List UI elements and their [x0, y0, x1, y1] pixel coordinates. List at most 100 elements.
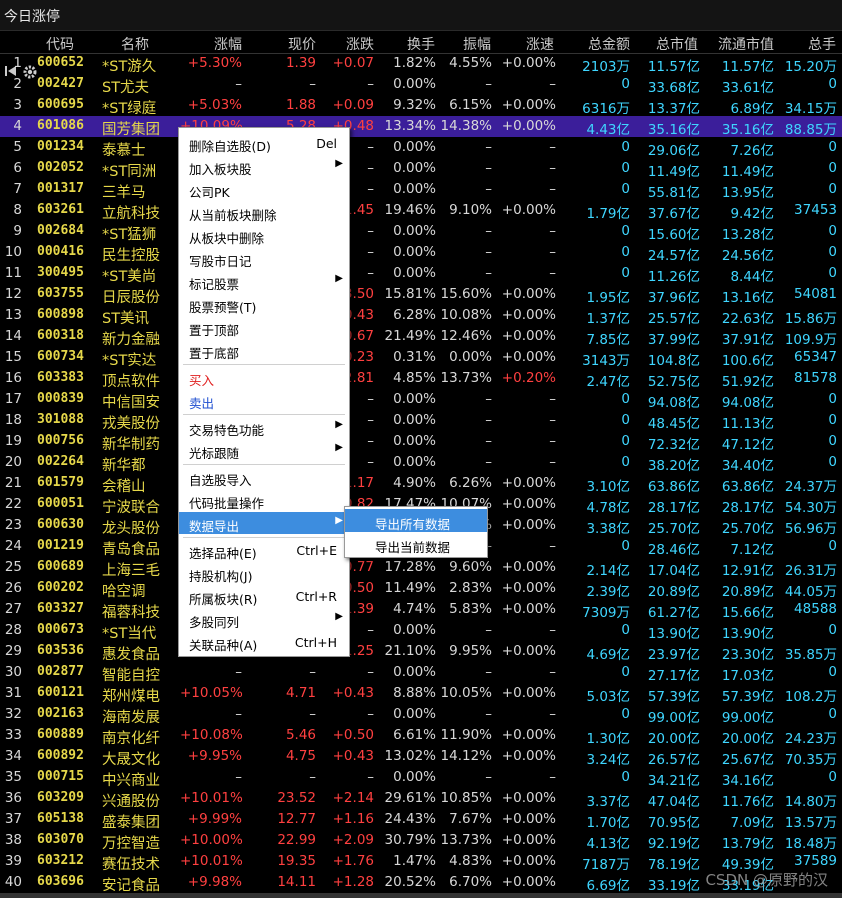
table-row[interactable]: 28 000673 *ST当代 –0.00% – –0 13.90亿 13.90亿 0 — [0, 620, 842, 642]
table-row[interactable]: 29 603536 惠发食品 +1.25 21.10% 9.95% +0.00% 4.69亿 2… — [0, 641, 842, 663]
table-row[interactable]: 6 002052 *ST同洲 –0.00% – –0 11.49亿 11.49亿 0 — [0, 158, 842, 180]
cell-fcap-value: 63.86 — [721, 479, 761, 495]
menu-item[interactable]: 股票预警(T) — [179, 293, 349, 315]
table-row[interactable]: 16 603383 顶点软件 +2.81 4.85% 13.73% +0.20% 2.47亿 5… — [0, 368, 842, 390]
cell-spd: +0.00% — [501, 118, 556, 134]
menu-item-label: 写股市日记 — [189, 254, 252, 269]
cell-amp: – — [485, 412, 492, 428]
table-row[interactable]: 31 600121 郑州煤电 +10.05% 4.71 +0.43 8.88% 10.05% +… — [0, 683, 842, 705]
table-row[interactable]: 3 600695 *ST绿庭 +5.03% 1.88 +0.09 9.32% 6.15% +0.… — [0, 95, 842, 117]
table-row[interactable]: 21 601579 会稽山 +1.17 4.90% 6.26% +0.00% 3.10亿 63.… — [0, 473, 842, 495]
cell-spd: – — [549, 622, 556, 638]
table-row[interactable]: 34 600892 大晟文化 +9.95% 4.75 +0.43 13.02% 14.12% +… — [0, 746, 842, 768]
table-row[interactable]: 38 603070 万控智造 +10.00% 22.99 +2.09 30.79% 13.73… — [0, 830, 842, 852]
cell-spd: +0.00% — [501, 286, 556, 302]
column-header-6[interactable]: 振幅 — [447, 34, 491, 54]
menu-item[interactable]: 选择品种(E) Ctrl+E — [179, 539, 349, 561]
menu-item[interactable]: 公司PK — [179, 178, 349, 200]
table-row[interactable]: 8 603261 立航科技 +1.45 19.46% 9.10% +0.00% 1.79亿 37… — [0, 200, 842, 222]
column-header-3[interactable]: 现价 — [262, 34, 316, 54]
table-row[interactable]: 26 600202 哈空调 +0.50 11.49% 2.83% +0.00% 2.39亿 20… — [0, 578, 842, 600]
table-row[interactable]: 9 002684 *ST猛狮 –0.00% – –0 15.60亿 13.28亿 0 — [0, 221, 842, 243]
cell-amt-value: 3.38 — [586, 521, 617, 537]
column-header-7[interactable]: 涨速 — [500, 34, 554, 54]
cell-chg: +0.07 — [332, 55, 374, 71]
menu-item[interactable]: 买入 — [179, 366, 349, 388]
cell-spd: – — [549, 412, 556, 428]
table-row[interactable]: 14 600318 新力金融 +0.67 21.49% 12.46% +0.00% 7.85亿… — [0, 326, 842, 348]
table-row[interactable]: 27 603327 福蓉科技 +1.39 4.74% 5.83% +0.00% 7309万 61… — [0, 599, 842, 621]
column-header-10[interactable]: 流通市值 — [700, 34, 774, 54]
table-row[interactable]: 35 000715 中兴商业 – – –0.00% – –0 34.21亿 34.16亿 0 — [0, 767, 842, 789]
cell-vol-value: 0 — [828, 664, 837, 680]
cell-amp: 2.83% — [449, 580, 492, 596]
menu-item-label: 交易特色功能 — [189, 423, 265, 438]
table-row[interactable]: 5 001234 泰慕士 –0.00% – –0 29.06亿 7.26亿 0 — [0, 137, 842, 159]
cell-code: 300495 — [37, 265, 84, 280]
menu-item[interactable]: 关联品种(A) Ctrl+H — [179, 631, 349, 653]
table-row[interactable]: 15 600734 *ST实达 +0.23 0.31% 0.00% +0.00% 3143万 1… — [0, 347, 842, 369]
table-row[interactable]: 4 601086 国芳集团 +10.09% 5.28 +0.48 13.34% 14.38% +… — [0, 116, 842, 138]
cell-vol-unit: 万 — [823, 815, 838, 831]
export-current-data-item[interactable]: 导出当前数据 — [345, 532, 487, 555]
column-header-11[interactable]: 总手 — [790, 34, 836, 54]
column-header: 代码 名称 涨幅 现价 涨跌 换手 振幅 涨速 总金额 总市值 流通市值 总手 — [0, 31, 842, 79]
column-header-0[interactable]: 代码 — [46, 34, 106, 54]
column-header-2[interactable]: 涨幅 — [190, 34, 242, 54]
table-row[interactable]: 12 603755 日辰股份 +3.50 15.81% 15.60% +0.00% 1.95亿… — [0, 284, 842, 306]
cell-amt-unit: 万 — [616, 605, 631, 621]
export-all-data-item[interactable]: 导出所有数据 — [345, 509, 487, 532]
table-row[interactable]: 20 002264 新华都 –0.00% – –0 38.20亿 34.40亿 0 — [0, 452, 842, 474]
table-row[interactable]: 33 600889 南京化纤 +10.08% 5.46 +0.50 6.61% 11.90% +… — [0, 725, 842, 747]
menu-item[interactable]: 从板块中删除 — [179, 224, 349, 246]
menu-item[interactable]: 所属板块(R) Ctrl+R — [179, 585, 349, 607]
cell-vol-value: 0 — [828, 769, 837, 785]
cell-chg: +1.28 — [332, 874, 374, 890]
table-row[interactable]: 25 600689 上海三毛 +0.77 17.28% 9.60% +0.00% 2.14亿 1… — [0, 557, 842, 579]
menu-item[interactable]: 光标跟随 ▶ — [179, 439, 349, 461]
menu-item-label: 加入板块股 — [189, 162, 252, 177]
cell-turn: 0.00% — [393, 223, 436, 239]
cell-amt: 0 — [621, 76, 630, 92]
table-row[interactable]: 37 605138 盛泰集团 +9.99% 12.77 +1.16 24.43% 7.67% +… — [0, 809, 842, 831]
table-row[interactable]: 10 000416 民生控股 –0.00% – –0 24.57亿 24.56亿 0 — [0, 242, 842, 264]
cell-n: 27 — [4, 601, 22, 617]
menu-item[interactable]: 自选股导入 — [179, 466, 349, 488]
table-row[interactable]: 13 600898 ST美讯 +0.43 6.28% 10.08% +0.00% 1.37亿 2… — [0, 305, 842, 327]
column-header-5[interactable]: 换手 — [385, 34, 435, 54]
table-row[interactable]: 30 002877 智能自控 – – –0.00% – –0 27.17亿 17.03亿 0 — [0, 662, 842, 684]
menu-item[interactable]: 数据导出 ▶ — [179, 512, 349, 534]
menu-item[interactable]: 代码批量操作 — [179, 489, 349, 511]
table-row[interactable]: 7 001317 三羊马 –0.00% – –0 55.81亿 13.95亿 0 — [0, 179, 842, 201]
menu-item[interactable]: 加入板块股 ▶ — [179, 155, 349, 177]
horizontal-scrollbar[interactable] — [0, 893, 842, 898]
cell-amt-value: 3143 — [582, 353, 617, 369]
table-row[interactable]: 1 600652 *ST游久 +5.30% 1.39 +0.07 1.82% 4.55% +0.… — [0, 53, 842, 75]
menu-item[interactable]: 写股市日记 — [179, 247, 349, 269]
table-row[interactable]: 18 301088 戎美股份 –0.00% – –0 48.45亿 11.13亿 0 — [0, 410, 842, 432]
column-header-1[interactable]: 名称 — [100, 34, 170, 54]
cell-mcap-value: 37.67 — [647, 206, 687, 222]
menu-item[interactable]: 多股同列 ▶ — [179, 608, 349, 630]
column-header-9[interactable]: 总市值 — [640, 34, 698, 54]
menu-item[interactable]: 持股机构(J) — [179, 562, 349, 584]
table-row[interactable]: 36 603209 兴通股份 +10.01% 23.52 +2.14 29.61% 10.85… — [0, 788, 842, 810]
column-header-4[interactable]: 涨跌 — [320, 34, 374, 54]
menu-item[interactable]: 置于底部 — [179, 339, 349, 361]
menu-item[interactable]: 置于顶部 — [179, 316, 349, 338]
cell-name: ST尤夫 — [102, 80, 150, 96]
table-row[interactable]: 17 000839 中信国安 –0.00% – –0 94.08亿 94.08亿 0 — [0, 389, 842, 411]
table-row[interactable]: 19 000756 新华制药 –0.00% – –0 72.32亿 47.12亿 0 — [0, 431, 842, 453]
table-row[interactable]: 32 002163 海南发展 – – –0.00% – –0 99.00亿 99.00亿 0 — [0, 704, 842, 726]
menu-item[interactable]: 交易特色功能 ▶ — [179, 416, 349, 438]
cell-chg: +2.09 — [332, 832, 374, 848]
column-header-8[interactable]: 总金额 — [570, 34, 630, 54]
menu-item[interactable]: 卖出 — [179, 389, 349, 411]
cell-amp: 0.00% — [449, 349, 492, 365]
menu-item[interactable]: 从当前板块删除 — [179, 201, 349, 223]
table-row[interactable]: 11 300495 *ST美尚 –0.00% – –0 11.26亿 8.44亿 0 — [0, 263, 842, 285]
menu-item[interactable]: 删除自选股(D) Del — [179, 132, 349, 154]
menu-item[interactable]: 标记股票 ▶ — [179, 270, 349, 292]
cell-spd: – — [549, 160, 556, 176]
table-row[interactable]: 2 002427 ST尤夫 – – –0.00% – –0 33.68亿 33.61亿 0 — [0, 74, 842, 96]
